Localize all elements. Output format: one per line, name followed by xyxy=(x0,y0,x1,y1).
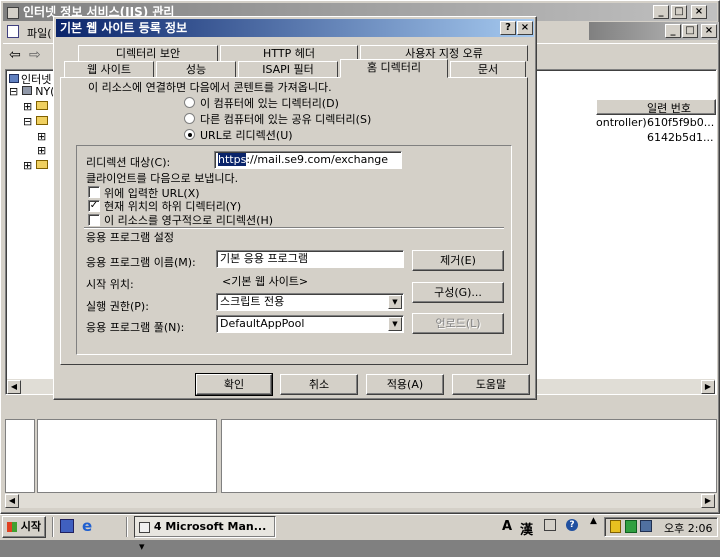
tab-documents[interactable]: 문서 xyxy=(450,61,526,77)
list-cell: 6142b5d1... xyxy=(647,131,714,144)
dialog-close-button[interactable]: × xyxy=(517,21,533,35)
check-permanent-redirect-label[interactable]: 이 리소스를 영구적으로 리디렉션(H) xyxy=(104,212,273,228)
column-serial-number[interactable]: 일련 번호 xyxy=(647,100,691,116)
folder-icon xyxy=(35,160,48,169)
internet-explorer-icon[interactable]: e xyxy=(82,517,92,535)
folder-icon xyxy=(35,116,48,125)
radio-network-share[interactable] xyxy=(184,113,195,124)
tab-isapi-filters[interactable]: ISAPI 필터 xyxy=(238,61,338,77)
start-point-value: <기본 웹 사이트> xyxy=(222,275,309,288)
check-exact-url[interactable] xyxy=(88,186,100,198)
exec-perm-label: 실행 권한(P): xyxy=(86,300,149,313)
menu-file[interactable]: 파일( xyxy=(27,25,52,41)
scroll-left-arrow-icon[interactable]: ◀ xyxy=(5,494,19,508)
lower-pane-left xyxy=(5,419,35,493)
tab-directory-security[interactable]: 디렉터리 보안 xyxy=(78,45,218,61)
mmc-icon xyxy=(139,521,150,533)
taskbar-task-button[interactable]: 4 Microsoft Man... ▾ xyxy=(134,516,276,553)
remove-button[interactable]: 제거(E) xyxy=(412,250,504,271)
windows-logo-icon xyxy=(6,522,17,532)
tab-web-site[interactable]: 웹 사이트 xyxy=(64,61,154,77)
child-restore-button[interactable]: □ xyxy=(682,24,698,38)
radio-local-directory-label[interactable]: 이 컴퓨터에 있는 디렉터리(D) xyxy=(200,95,339,111)
redirect-target-label: 리디렉션 대상(C): xyxy=(86,156,171,169)
tab-http-headers[interactable]: HTTP 헤더 xyxy=(220,45,358,61)
configuration-button[interactable]: 구성(G)... xyxy=(412,282,504,303)
help-button[interactable]: 도움말 xyxy=(452,374,530,395)
radio-network-share-label[interactable]: 다른 컴퓨터에 있는 공유 디렉터리(S) xyxy=(200,111,371,127)
lower-hscrollbar[interactable] xyxy=(5,493,717,508)
tree-folder-3[interactable]: ⊞ xyxy=(37,130,46,143)
doc-icon xyxy=(7,25,19,38)
task-divider xyxy=(126,517,128,537)
computer-icon xyxy=(9,74,19,83)
child-close-button[interactable]: × xyxy=(701,24,717,38)
app-settings-label: 응용 프로그램 설정 xyxy=(86,231,174,244)
child-minimize-button[interactable]: _ xyxy=(665,24,681,38)
main-close-button[interactable]: × xyxy=(691,5,707,19)
radio-redirect-url-label[interactable]: URL로 리디렉션(U) xyxy=(200,127,293,143)
redirect-target-rest: ://mail.se9.com/exchange xyxy=(246,153,389,166)
main-minimize-button[interactable]: _ xyxy=(653,5,669,19)
folder-icon xyxy=(35,101,48,110)
dialog-titlebar: 기본 웹 사이트 등록 정보 xyxy=(56,19,534,37)
main-title-icon xyxy=(7,6,19,19)
tree-folder-4[interactable]: ⊞ xyxy=(37,144,46,157)
lower-pane-mid xyxy=(37,419,217,493)
unload-button[interactable]: 언로드(L) xyxy=(412,313,504,334)
dialog-help-button[interactable]: ? xyxy=(500,21,516,35)
cancel-button[interactable]: 취소 xyxy=(280,374,358,395)
app-pool-label: 응용 프로그램 풀(N): xyxy=(86,321,185,334)
tab-performance[interactable]: 성능 xyxy=(156,61,236,77)
radio-redirect-url[interactable] xyxy=(184,129,195,140)
forward-arrow-icon[interactable]: ⇨ xyxy=(29,47,41,63)
tree-folder-2[interactable]: ⊟ xyxy=(23,115,48,128)
tree-folder-1[interactable]: ⊞ xyxy=(23,100,48,113)
check-subdirectory[interactable]: ✓ xyxy=(88,200,100,212)
exec-perm-select[interactable]: 스크립트 전용 ▼ xyxy=(216,293,404,311)
back-arrow-icon[interactable]: ⇦ xyxy=(9,47,21,63)
ime-hanja[interactable]: 漢 xyxy=(520,519,533,538)
list-cell: ontroller) xyxy=(596,116,647,129)
apply-button[interactable]: 적용(A) xyxy=(366,374,444,395)
scroll-right-arrow-icon[interactable]: ▶ xyxy=(701,380,715,394)
properties-dialog: 기본 웹 사이트 등록 정보 ? × 디렉터리 보안 HTTP 헤더 사용자 지… xyxy=(53,16,537,400)
show-desktop-icon[interactable] xyxy=(60,519,74,533)
ime-menu-icon[interactable] xyxy=(544,519,556,531)
chevron-down-icon[interactable]: ▼ xyxy=(388,295,402,309)
server-icon xyxy=(21,86,32,95)
network-icon[interactable] xyxy=(625,520,637,533)
dialog-title: 기본 웹 사이트 등록 정보 xyxy=(60,21,188,35)
mdi-child-titlebar xyxy=(589,22,719,40)
app-pool-select[interactable]: DefaultAppPool ▼ xyxy=(216,315,404,333)
main-maximize-button[interactable]: □ xyxy=(671,5,687,19)
help-circle-icon[interactable]: ? xyxy=(566,519,578,531)
security-shield-icon[interactable] xyxy=(610,520,621,533)
start-button[interactable]: 시작 xyxy=(2,516,46,538)
monitor-icon[interactable] xyxy=(640,520,652,532)
quicklaunch-divider xyxy=(52,517,54,537)
list-cell: 610f5f9b0... xyxy=(647,116,715,129)
redirect-target-input[interactable]: https://mail.se9.com/exchange xyxy=(214,151,402,169)
content-source-intro: 이 리소스에 연결하면 다음에서 콘텐트를 가져옵니다. xyxy=(88,81,332,94)
app-name-label: 응용 프로그램 이름(M): xyxy=(86,256,196,269)
start-point-label: 시작 위치: xyxy=(86,278,134,291)
lower-pane-right xyxy=(221,419,717,493)
clock[interactable]: 오후 2:06 xyxy=(664,520,712,536)
client-sent-label: 클라이언트를 다음으로 보냅니다. xyxy=(86,172,239,185)
chevron-down-icon[interactable]: ▼ xyxy=(388,317,402,331)
scroll-right-arrow-icon[interactable]: ▶ xyxy=(701,494,715,508)
tree-server-item[interactable]: ⊟ NY( xyxy=(9,85,54,98)
radio-local-directory[interactable] xyxy=(184,97,195,108)
redirect-target-selected: https xyxy=(218,153,247,166)
tab-home-directory[interactable]: 홈 디렉터리 xyxy=(340,59,448,78)
tray-arrow-icon[interactable]: ▲ xyxy=(590,516,597,526)
scroll-left-arrow-icon[interactable]: ◀ xyxy=(7,380,21,394)
check-permanent-redirect[interactable] xyxy=(88,214,100,226)
app-name-input[interactable]: 기본 응용 프로그램 xyxy=(216,250,404,268)
tree-folder-5[interactable]: ⊞ xyxy=(23,159,48,172)
ime-mode-a[interactable]: A xyxy=(502,519,512,534)
ok-button[interactable]: 확인 xyxy=(195,373,273,396)
